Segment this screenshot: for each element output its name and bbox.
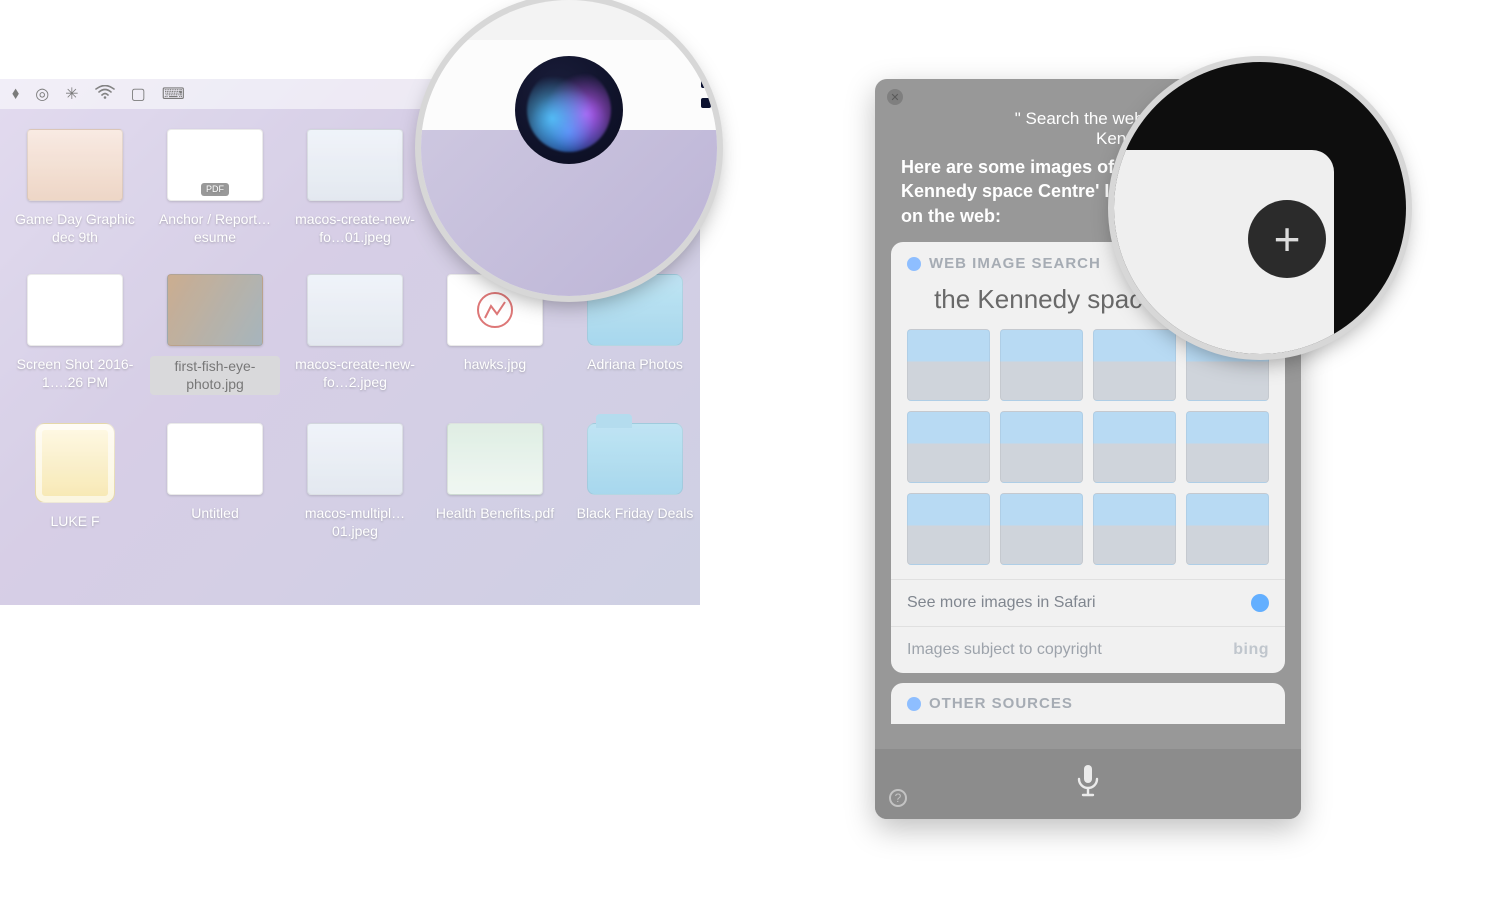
pdf-thumbnail: PDF [167,129,263,201]
file-label: macos-create-new-fo…2.jpeg [290,356,420,391]
file-label: macos-multipl…01.jpeg [290,505,420,540]
file-label: Untitled [191,505,238,523]
see-more-label: See more images in Safari [907,594,1096,612]
image-result[interactable] [1000,411,1083,483]
desktop-file-selected[interactable]: first-fish-eye-photo.jpg [150,274,280,395]
dropbox-icon[interactable]: ⬧ [12,85,19,103]
desktop-folder[interactable]: Black Friday Deals [570,423,700,540]
status-icon[interactable]: ◎ [35,84,49,104]
pdf-thumbnail [447,423,543,495]
desktop-file[interactable]: macos-multipl…01.jpeg [290,423,420,540]
file-label: Game Day Graphic dec 9th [10,211,140,246]
copyright-label: Images subject to copyright [907,641,1102,659]
card-header-label: WEB IMAGE SEARCH [929,255,1101,272]
microphone-icon[interactable] [1075,763,1101,806]
airplay-icon[interactable]: ▢ [131,84,146,104]
desktop-file[interactable]: PDF Anchor / Report…esume [150,129,280,246]
safari-compass-icon [907,697,921,711]
desktop-file[interactable]: Health Benefits.pdf [430,423,560,540]
file-label: macos-create-new-fo…01.jpeg [290,211,420,246]
image-result[interactable] [1093,493,1176,565]
image-result[interactable] [1093,411,1176,483]
image-result[interactable] [1000,493,1083,565]
image-thumbnail [27,274,123,346]
desktop-file[interactable]: Screen Shot 2016-1….26 PM [10,274,140,395]
magnifier-siri-menubar-icon [421,0,717,296]
file-label: Health Benefits.pdf [436,505,554,523]
bing-attribution: bing [1233,641,1269,659]
image-result[interactable] [1186,493,1269,565]
file-label: hawks.jpg [464,356,526,374]
magnifier-pin-button: + [1114,62,1406,354]
file-label: Adriana Photos [587,356,683,374]
image-result[interactable] [1186,411,1269,483]
file-label: LUKE F [50,513,99,531]
file-label: Screen Shot 2016-1….26 PM [10,356,140,391]
card-legal: Images subject to copyright bing [891,626,1285,673]
status-icon-2[interactable]: ✳ [65,84,78,104]
file-label: Black Friday Deals [577,505,694,523]
safari-compass-icon [907,257,921,271]
siri-input-bar: ? [875,749,1301,819]
image-result[interactable] [907,329,990,401]
close-icon[interactable]: ✕ [887,89,903,105]
desktop-file[interactable]: Untitled [150,423,280,540]
other-sources-label: OTHER SOURCES [929,695,1073,712]
desktop-disk[interactable]: LUKE F [10,423,140,540]
safari-compass-icon [1251,594,1269,612]
see-more-link[interactable]: See more images in Safari [891,579,1285,626]
desktop-file[interactable]: macos-create-new-fo…2.jpeg [290,274,420,395]
desktop-file[interactable]: macos-create-new-fo…01.jpeg [290,129,420,246]
image-thumbnail [307,423,403,495]
folder-icon [587,423,683,495]
disk-icon [35,423,115,503]
image-thumbnail [27,129,123,201]
wifi-icon[interactable] [95,85,115,104]
image-result[interactable] [1000,329,1083,401]
image-thumbnail [307,274,403,346]
image-result[interactable] [907,493,990,565]
image-result[interactable] [907,411,990,483]
siri-icon[interactable] [515,56,623,164]
image-thumbnail [307,129,403,201]
pin-to-today-button[interactable]: + [1248,200,1326,278]
desktop-file[interactable]: Game Day Graphic dec 9th [10,129,140,246]
document-thumbnail [167,423,263,495]
help-icon[interactable]: ? [889,789,907,807]
pdf-badge: PDF [201,183,229,196]
file-label: Anchor / Report…esume [150,211,280,246]
file-label: first-fish-eye-photo.jpg [150,356,280,395]
other-sources-card[interactable]: OTHER SOURCES [891,683,1285,724]
image-thumbnail [167,274,263,346]
keyboard-icon[interactable]: ⌨ [162,84,185,104]
image-results-grid [891,329,1285,580]
overflow-icon [701,78,711,108]
